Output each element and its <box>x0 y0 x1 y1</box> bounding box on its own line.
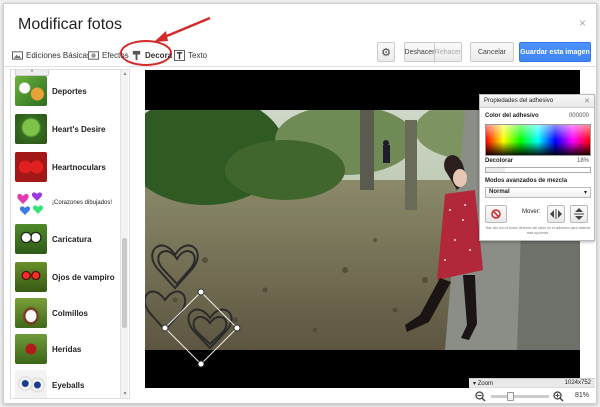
properties-footnote: Haz clic con el botón derecho del ratón … <box>485 226 591 235</box>
move-horizontal-button[interactable] <box>547 205 565 223</box>
tab-basic-label: Ediciones Básicas <box>26 50 91 60</box>
blend-label: Modos avanzados de mezcla <box>485 178 568 184</box>
no-entry-icon <box>491 209 501 219</box>
cartoon-sticker-icon <box>15 224 47 254</box>
hearts-icon <box>17 192 44 215</box>
hearts-desire-sticker-icon <box>15 114 47 144</box>
image-size: 1024x752 <box>564 380 591 386</box>
tab-basic-edits[interactable]: Ediciones Básicas <box>12 46 91 64</box>
sticker-item-hearts-desire[interactable]: Heart's Desire <box>15 114 121 144</box>
zoom-controls: 81% <box>469 388 595 403</box>
sticker-label: Heridas <box>52 344 82 354</box>
sticker-properties-panel: Propiedades del adhesivo ✕ Color del adh… <box>479 94 595 241</box>
tab-effects-label: Efectos <box>102 50 129 60</box>
zoom-in-icon[interactable] <box>553 391 564 402</box>
sticker-item-wounds[interactable]: Heridas <box>15 334 121 364</box>
vampire-eyes-sticker-icon <box>15 262 47 292</box>
close-properties-icon[interactable]: ✕ <box>584 97 590 105</box>
drawn-hearts-sticker-icon <box>15 188 47 218</box>
sticker-label: Ojos de vampiro <box>52 272 115 282</box>
scroll-up-icon[interactable]: ▲ <box>121 71 129 77</box>
blend-mode-value: Normal <box>489 189 510 195</box>
properties-title: Propiedades del adhesivo ✕ <box>480 95 594 108</box>
move-vertical-button[interactable] <box>570 205 588 223</box>
tab-effects[interactable]: Efectos <box>88 46 129 64</box>
sticker-item-fangs[interactable]: Colmillos <box>15 298 121 328</box>
sticker-label: Heartnoculars <box>52 162 106 172</box>
color-spectrum-picker[interactable] <box>485 124 591 156</box>
sticker-label: Heart's Desire <box>52 124 106 134</box>
close-icon[interactable]: × <box>579 16 586 30</box>
vertical-arrows-icon <box>574 208 584 220</box>
gear-icon: ⚙ <box>381 46 391 59</box>
tab-text-label: Texto <box>188 50 208 60</box>
sticker-item-drawn-hearts[interactable]: ¡Corazones dibujados! <box>15 188 121 218</box>
zoom-header[interactable]: ▾ Zoom 1024x752 <box>469 378 595 388</box>
chevron-down-icon: ▾ <box>473 381 477 387</box>
toolbar-divider <box>4 66 596 67</box>
scroll-down-icon[interactable]: ▼ <box>121 391 129 397</box>
text-icon <box>174 49 185 61</box>
sticker-label: Caricatura <box>52 234 92 244</box>
zoom-label: Zoom <box>477 381 494 387</box>
wounds-sticker-icon <box>15 334 47 364</box>
sticker-item-vampire-eyes[interactable]: Ojos de vampiro <box>15 262 121 292</box>
sticker-label: ¡Corazones dibujados! <box>52 200 113 206</box>
fangs-sticker-icon <box>15 298 47 328</box>
zoom-slider[interactable] <box>491 395 549 398</box>
decolor-label: Decolorar <box>485 158 514 164</box>
cancel-button[interactable]: Cancelar <box>470 42 514 62</box>
zoom-percent: 81% <box>574 392 589 399</box>
color-value[interactable]: 000000 <box>569 113 589 119</box>
undo-button[interactable]: Deshacer <box>404 42 434 62</box>
effects-icon <box>88 50 99 60</box>
brush-icon <box>132 50 141 60</box>
sticker-label: Deportes <box>52 86 87 96</box>
zoom-panel: ▾ Zoom 1024x752 81% <box>469 378 595 403</box>
sports-sticker-icon <box>15 76 47 106</box>
decolor-value: 18% <box>576 158 589 164</box>
edit-photo-dialog: Modificar fotos × Ediciones Básicas Efec… <box>3 3 597 404</box>
sticker-panel: ▾ Deportes Heart's Desire Heartnoculars <box>10 69 130 399</box>
sticker-scrollbar[interactable]: ▲ ▼ <box>120 70 128 398</box>
sticker-item-caricatura[interactable]: Caricatura <box>15 224 121 254</box>
decolor-slider-fill <box>486 168 505 172</box>
heart-sticker[interactable] <box>145 230 275 370</box>
tab-decorate[interactable]: Decora <box>131 46 172 64</box>
horizontal-arrows-icon <box>550 209 562 219</box>
photo-basic-icon <box>12 50 23 60</box>
sticker-label: Eyeballs <box>52 380 85 390</box>
decolor-slider[interactable] <box>485 167 591 173</box>
dialog-title: Modificar fotos <box>18 16 123 33</box>
properties-title-text: Propiedades del adhesivo <box>484 98 554 104</box>
sticker-item-heartnoculars[interactable]: Heartnoculars <box>15 152 121 182</box>
zoom-slider-handle[interactable] <box>507 392 514 401</box>
chevron-down-icon: ▾ <box>583 190 587 196</box>
tab-text[interactable]: Texto <box>174 46 207 64</box>
blend-mode-select[interactable]: Normal ▾ <box>485 187 591 198</box>
eyeballs-sticker-icon <box>15 370 47 398</box>
color-label: Color del adhesivo <box>485 113 539 119</box>
delete-sticker-button[interactable] <box>485 205 507 223</box>
zoom-out-icon[interactable] <box>475 391 486 402</box>
scroll-thumb[interactable] <box>122 238 127 328</box>
sticker-item-eyeballs[interactable]: Eyeballs <box>15 370 121 398</box>
save-image-button[interactable]: Guardar esta imagen <box>519 42 591 62</box>
heartnoculars-sticker-icon <box>15 152 47 182</box>
sticker-label: Colmillos <box>52 308 89 318</box>
redo-button[interactable]: Rehacer <box>434 42 462 62</box>
move-label: Mover: <box>522 209 541 215</box>
category-chip[interactable]: ▾ <box>15 70 49 76</box>
settings-button[interactable]: ⚙ <box>377 42 395 62</box>
sticker-item-deportes[interactable]: Deportes <box>15 76 121 106</box>
tab-decorate-label: Decora <box>145 50 173 60</box>
